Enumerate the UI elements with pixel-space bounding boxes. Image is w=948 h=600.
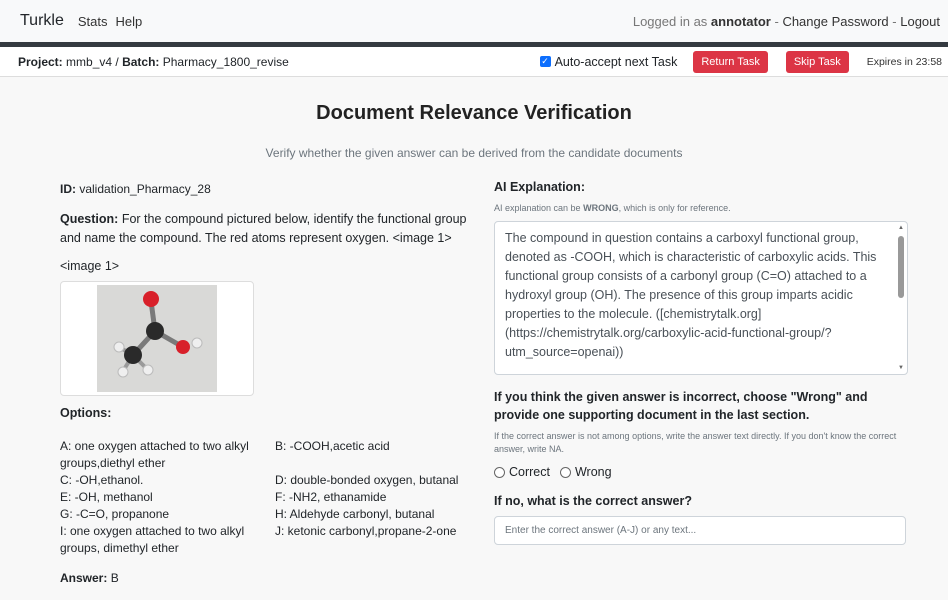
project-batch-info: Project: mmb_v4 / Batch: Pharmacy_1800_r… (18, 55, 289, 69)
option-d: D: double-bonded oxygen, butanal (275, 473, 459, 487)
skip-task-button[interactable]: Skip Task (785, 50, 849, 73)
radio-circle-icon[interactable] (559, 466, 571, 478)
page-subtitle: Verify whether the given answer can be d… (265, 146, 683, 160)
ai-note-wrong: WRONG (583, 203, 619, 213)
ai-explanation-note: AI explanation can be WRONG, which is on… (494, 203, 908, 213)
wrong-instructions-heading: If you think the given answer is incorre… (494, 390, 868, 422)
answer-label: Answer: (60, 571, 108, 585)
id-label: ID: (60, 182, 76, 196)
question-text: Question: For the compound pictured belo… (60, 210, 470, 248)
radio-correct[interactable]: Correct (494, 465, 550, 479)
batch-label: Batch: (122, 54, 160, 69)
option-b: B: -COOH,acetic acid (275, 439, 390, 453)
option-e: E: -OH, methanol (60, 490, 153, 504)
wrong-instructions-note: If the correct answer is not among optio… (494, 431, 897, 454)
ai-explanation-heading: AI Explanation: (494, 180, 585, 194)
option-f: F: -NH2, ethanamide (275, 490, 387, 504)
scroll-thumb[interactable] (898, 236, 904, 298)
option-i: I: one oxygen attached to two alkyl grou… (60, 524, 245, 555)
radio-correct-label: Correct (509, 465, 550, 479)
correct-answer-input[interactable] (494, 516, 906, 545)
given-answer: Answer: B (60, 571, 470, 585)
return-task-button[interactable]: Return Task (693, 50, 768, 73)
task-actions: ✓ Auto-accept next Task Return Task Skip … (539, 50, 942, 73)
task-bar: Project: mmb_v4 / Batch: Pharmacy_1800_r… (0, 47, 948, 77)
item-id: ID: validation_Pharmacy_28 (60, 182, 470, 196)
correct-answer-heading: If no, what is the correct answer? (494, 494, 692, 508)
question-label: Question: (60, 212, 119, 226)
option-c: C: -OH,ethanol. (60, 473, 144, 487)
nav-stats-link[interactable]: Stats (78, 14, 108, 29)
expires-timer: Expires in 23:58 (866, 55, 942, 68)
batch-name: Pharmacy_1800_revise (162, 54, 289, 69)
id-value: validation_Pharmacy_28 (79, 182, 211, 196)
nav-help-link[interactable]: Help (115, 14, 142, 29)
project-label: Project: (18, 54, 63, 69)
top-navbar: Turkle Stats Help Logged in as annotator… (0, 0, 948, 42)
user-info: Logged in as annotator - Change Password… (633, 14, 940, 29)
change-password-link[interactable]: Change Password (782, 14, 888, 29)
username: annotator (710, 13, 771, 29)
ai-explanation-text: The compound in question contains a carb… (505, 231, 877, 359)
radio-circle-icon[interactable] (494, 466, 505, 478)
option-j: J: ketonic carbonyl,propane-2-one (275, 524, 457, 538)
radio-wrong[interactable]: Wrong (559, 465, 612, 479)
ai-explanation-scrollbar[interactable]: ▲ ▼ (897, 224, 905, 372)
ai-note-suffix: , which is only for reference. (618, 203, 731, 213)
molecule-image-card (60, 281, 254, 396)
separator: - (888, 13, 901, 29)
logout-link[interactable]: Logout (900, 14, 940, 29)
page-title: Document Relevance Verification (316, 102, 632, 124)
brand-logo[interactable]: Turkle (20, 12, 64, 30)
verification-panel: AI Explanation: AI explanation can be WR… (494, 178, 908, 545)
option-a: A: one oxygen attached to two alkyl grou… (60, 439, 249, 470)
auto-accept-label: Auto-accept next Task (554, 54, 678, 69)
logged-in-text: Logged in as (632, 13, 711, 29)
verdict-radio-group: Correct Wrong (494, 465, 908, 479)
checkbox-checked-icon[interactable]: ✓ (539, 56, 551, 67)
options-list: A: one oxygen attached to two alkyl grou… (60, 438, 470, 557)
option-g: G: -C=O, propanone (60, 507, 170, 521)
question-panel: ID: validation_Pharmacy_28 Question: For… (60, 178, 470, 585)
separator: / (112, 54, 123, 69)
separator: - (770, 13, 783, 29)
molecule-image (97, 285, 217, 392)
answer-value: B (110, 571, 119, 585)
ai-note-prefix: AI explanation can be (494, 203, 584, 213)
question-body: For the compound pictured below, identif… (60, 212, 467, 245)
scroll-down-icon[interactable]: ▼ (897, 364, 905, 372)
option-h: H: Aldehyde carbonyl, butanal (275, 507, 435, 521)
radio-wrong-label: Wrong (574, 465, 612, 479)
auto-accept-toggle[interactable]: ✓ Auto-accept next Task (539, 54, 678, 69)
scroll-up-icon[interactable]: ▲ (897, 224, 905, 232)
image-reference: <image 1> (60, 259, 120, 273)
project-name: mmb_v4 (66, 54, 113, 69)
options-heading: Options: (60, 406, 112, 420)
ai-explanation-box[interactable]: The compound in question contains a carb… (494, 221, 908, 375)
